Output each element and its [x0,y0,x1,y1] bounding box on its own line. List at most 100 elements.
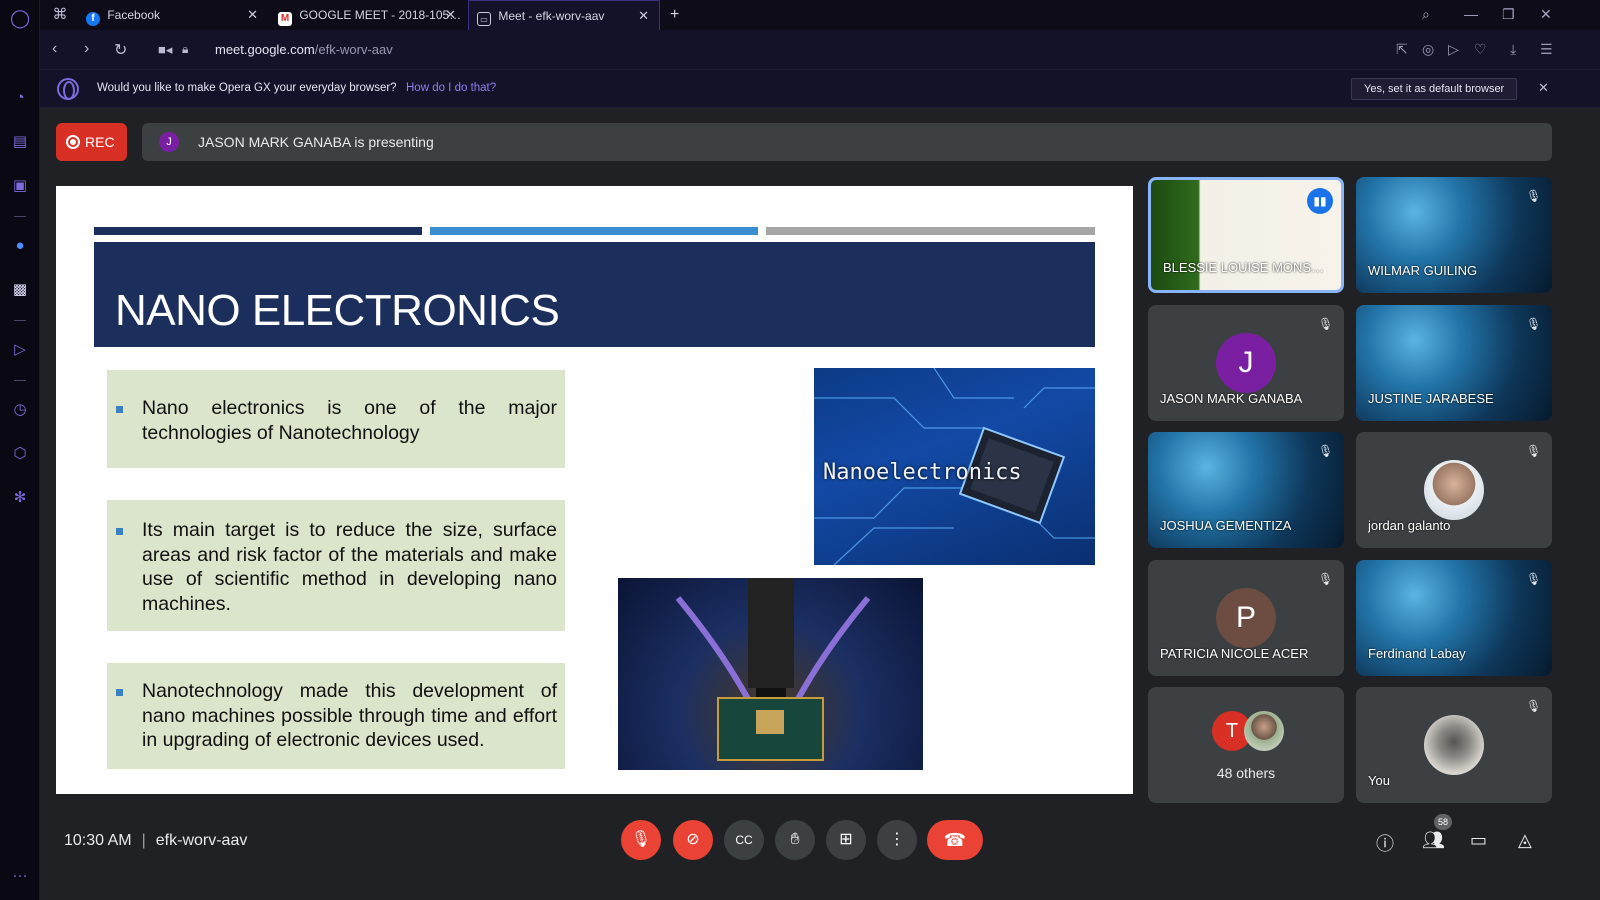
slide-bullet: Nano electronics is one of the major tec… [107,370,565,468]
default-browser-bar: Would you like to make Opera GX your eve… [40,70,1600,108]
snapshot-icon[interactable]: ◎ [1422,41,1434,58]
tab-google-meet-gmail[interactable]: M GOOGLE MEET - 2018-105… ✕ [270,0,466,30]
bullet-text: Its main target is to reduce the size, s… [142,519,557,615]
new-tab-button[interactable]: + [662,0,690,30]
close-icon[interactable]: ✕ [638,1,649,30]
rec-label: REC [85,134,115,150]
sidebar-divider [14,320,26,321]
close-icon[interactable]: ✕ [1538,80,1549,96]
tab-label: Meet - efk-worv-aav [498,9,605,23]
extensions-icon[interactable]: ⬡ [10,444,30,464]
restore-icon[interactable]: ❐ [1502,6,1515,23]
meeting-info: 10:30 AM | efk-worv-aav [64,832,247,850]
captions-button[interactable]: CC [724,820,764,860]
presentation-slide: NANO ELECTRONICS Nano electronics is one… [56,186,1133,794]
recording-badge: REC [56,123,127,161]
how-do-i-link[interactable]: How do I do that? [406,82,496,94]
infobar-message: Would you like to make Opera GX your eve… [97,82,397,94]
reload-icon[interactable]: ↻ [114,40,127,60]
opera-gx-logo-icon [57,78,79,100]
tab-label: Facebook [107,8,161,22]
tab-strip: ⌘ f Facebook ✕ M GOOGLE MEET - 2018-105…… [40,0,1600,30]
tab-facebook[interactable]: f Facebook ✕ [78,0,268,30]
participant-name: JUSTINE JARABESE [1368,391,1494,406]
slide-stripe [766,227,1095,235]
url-field[interactable]: meet.google.com/efk-worv-aav [215,42,393,57]
avatar: J [1216,333,1276,393]
people-icon[interactable]: 👥︎ [1422,830,1445,851]
raise-hand-button[interactable]: ✋︎ [775,820,815,860]
history-icon[interactable]: ◷ [10,400,30,420]
opera-logo-icon[interactable]: ◯ [10,8,30,28]
bullet-icon [116,406,123,413]
participant-name: JOSHUA GEMENTIZA [1160,518,1292,533]
messenger-icon[interactable]: ● [10,236,30,256]
activities-icon[interactable]: ◬ [1518,830,1532,851]
participant-tile-others[interactable]: T 48 others [1148,687,1344,803]
participant-tile-wilmar[interactable]: 🎙︎ WILMAR GUILING [1356,177,1552,293]
menu-icon[interactable]: ☰ [1540,41,1553,58]
opera-sidebar: ◯ ◔ ▤ ▣ ● ▩ ▷ ◷ ⬡ ✻ ··· [0,0,40,900]
discord-icon[interactable]: ▩ [10,280,30,300]
share-icon[interactable]: ⇱ [1396,41,1408,58]
twitch-icon[interactable]: ▣ [10,176,30,196]
chat-icon[interactable]: ▭ [1470,830,1487,851]
mic-off-icon: 🎙︎ [1526,572,1542,586]
address-bar: ‹ › ↻ ■◂ 🔒︎ meet.google.com/efk-worv-aav… [40,30,1600,70]
player-icon[interactable]: ▷ [10,340,30,360]
more-vert-icon: ⋮ [889,831,905,848]
url-domain: meet.google.com [215,42,315,57]
gamepad-icon[interactable]: ⌘ [50,5,70,25]
participant-tile-blessie[interactable]: ▮▮ BLESSIE LOUISE MONS… [1148,177,1344,293]
presenting-banner: J JASON MARK GANABA is presenting [142,123,1552,161]
heart-icon[interactable]: ♡ [1474,41,1487,58]
leave-call-button[interactable]: ☎︎ [927,820,983,860]
forward-icon[interactable]: › [84,40,89,58]
hang-up-icon: ☎︎ [943,830,967,850]
close-icon[interactable]: ✕ [445,0,456,30]
image-caption: Nanoelectronics [823,460,1022,485]
participant-tile-jason[interactable]: 🎙︎ J JASON MARK GANABA [1148,305,1344,421]
lock-icon[interactable]: 🔒︎ [182,42,188,57]
participant-tile-justine[interactable]: 🎙︎ JUSTINE JARABESE [1356,305,1552,421]
meeting-details-icon[interactable]: ⓘ [1376,830,1394,856]
mic-off-icon: 🎙︎ [1526,444,1542,458]
avatar [1424,715,1484,775]
settings-gear-icon[interactable]: ✻ [10,488,30,508]
participant-tile-ferdinand[interactable]: 🎙︎ Ferdinand Labay [1356,560,1552,676]
participant-tile-self[interactable]: 🎙︎ You [1356,687,1552,803]
participant-tile-jordan[interactable]: 🎙︎ jordan galanto [1356,432,1552,548]
gx-corner-icon[interactable]: ▤ [10,132,30,152]
camera-off-icon: ⊘ [686,831,700,848]
participant-name: You [1368,773,1390,788]
more-options-button[interactable]: ⋮ [877,820,917,860]
close-window-icon[interactable]: ✕ [1540,6,1552,23]
mic-toggle-button[interactable]: 🎙︎ [621,820,661,860]
search-icon[interactable]: ⌕ [1422,6,1430,23]
mic-off-icon: 🎙︎ [1318,444,1334,458]
participant-name: Ferdinand Labay [1368,646,1466,661]
back-icon[interactable]: ‹ [52,40,57,58]
close-icon[interactable]: ✕ [247,0,258,30]
slide-title-band: NANO ELECTRONICS [94,242,1095,347]
nano-lab-image [618,578,923,770]
download-icon[interactable]: ⤓ [1510,41,1516,58]
bullet-text: Nanotechnology made this development of … [142,680,557,751]
divider: | [141,832,146,849]
participant-tile-patricia[interactable]: 🎙︎ P PATRICIA NICOLE ACER [1148,560,1344,676]
mic-off-icon: 🎙︎ [1526,317,1542,331]
more-dots-icon[interactable]: ··· [10,866,30,886]
minimize-icon[interactable]: — [1464,6,1478,22]
camera-icon[interactable]: ■◂ [158,42,172,58]
camera-toggle-button[interactable]: ⊘ [673,820,713,860]
presenter-avatar: J [159,132,179,152]
present-button[interactable]: ⊞ [826,820,866,860]
gx-control-icon[interactable]: ◔ [10,88,30,108]
bullet-icon [116,528,123,535]
send-icon[interactable]: ▷ [1448,41,1459,58]
tab-meet[interactable]: ▭ Meet - efk-worv-aav ✕ [468,0,660,30]
bullet-icon [116,689,123,696]
clock-time: 10:30 AM [64,832,132,849]
set-default-button[interactable]: Yes, set it as default browser [1351,78,1518,100]
participant-tile-joshua[interactable]: 🎙︎ JOSHUA GEMENTIZA [1148,432,1344,548]
